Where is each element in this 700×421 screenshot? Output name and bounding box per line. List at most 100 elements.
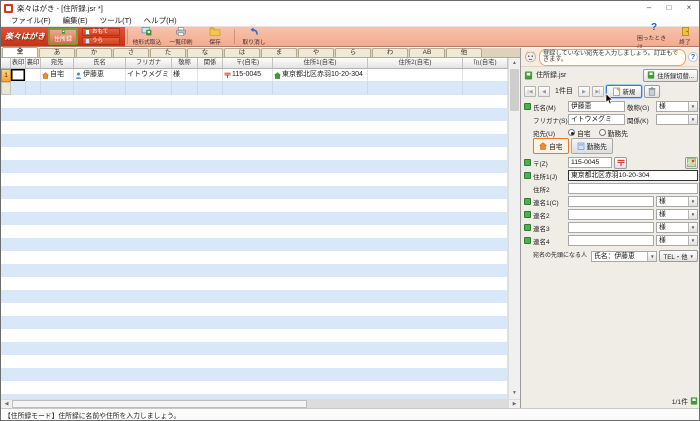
scroll-left-arrow-icon[interactable]: ◀ (1, 400, 12, 408)
col-header-relation[interactable]: 関係 (198, 58, 223, 69)
relation-select[interactable]: ▼ (656, 114, 698, 125)
vertical-scroll-thumb[interactable] (510, 69, 519, 111)
work-tab[interactable]: 勤務先 (571, 138, 613, 154)
head-person-select[interactable]: 氏名：伊藤恵 ▼ (591, 251, 657, 262)
next-record-button[interactable]: ▶ (578, 86, 590, 97)
scroll-right-arrow-icon[interactable]: ▶ (509, 400, 520, 408)
address2-cell[interactable] (368, 69, 463, 82)
joint-name3-honorific-select[interactable]: 様 ▼ (656, 222, 698, 233)
close-button[interactable]: × (679, 1, 699, 15)
maximize-button[interactable]: □ (659, 1, 679, 15)
col-header-rownum[interactable] (1, 58, 11, 69)
address1-input[interactable]: 東京都北区赤羽10-20-304 (568, 170, 698, 181)
menu-file[interactable]: ファイル(F) (5, 15, 57, 26)
hint-help-icon[interactable]: ? (688, 52, 698, 62)
print-list-button[interactable]: 一覧印刷 (164, 27, 198, 46)
zip-lookup-button[interactable] (614, 157, 627, 169)
honorific-select[interactable]: 様 ▼ (656, 101, 698, 112)
zip-cell[interactable]: 115-0045 (223, 69, 273, 82)
chevron-down-icon[interactable]: ▼ (688, 210, 697, 219)
joint-name2-honorific-select[interactable]: 様 ▼ (656, 209, 698, 220)
table-row[interactable]: 1 自宅 伊藤恵 イトウメグミ 様 (1, 69, 508, 82)
joint-name4-honorific-select[interactable]: 様 ▼ (656, 235, 698, 246)
col-header-honorific[interactable]: 敬称 (172, 58, 198, 69)
kana-tab-ka[interactable]: か (76, 48, 112, 57)
home-radio[interactable] (568, 129, 575, 136)
home-tab[interactable]: 自宅 (533, 138, 569, 154)
kana-tab-ha[interactable]: は (224, 48, 260, 57)
kana-tab-ma[interactable]: ま (261, 48, 297, 57)
undo-button[interactable]: 取り消し (237, 27, 271, 46)
map-button[interactable] (685, 157, 698, 169)
horizontal-scroll-track[interactable] (12, 400, 509, 408)
scroll-up-arrow-icon[interactable]: ▲ (509, 58, 520, 69)
joint-name2-input[interactable] (568, 209, 654, 220)
minimize-button[interactable]: – (639, 1, 659, 15)
omote-button[interactable]: おもて (82, 28, 120, 36)
chevron-down-icon[interactable]: ▼ (688, 223, 697, 232)
honorific-cell[interactable]: 様 (172, 69, 198, 82)
zip-input[interactable]: 115-0045 (568, 157, 612, 168)
name-input[interactable]: 伊藤恵 (568, 101, 625, 112)
address2-input[interactable] (568, 183, 698, 194)
address-book-mode-button[interactable]: 住所録 (48, 28, 78, 45)
switch-address-book-button[interactable]: 住所録切替... (643, 69, 698, 82)
exit-button[interactable]: 終了 (671, 27, 699, 46)
col-header-furigana[interactable]: フリガナ (126, 58, 172, 69)
front-print-cell[interactable] (11, 69, 26, 82)
save-button[interactable]: 保存 (198, 27, 232, 46)
addressee-cell[interactable]: 自宅 (41, 69, 74, 82)
col-header-name[interactable]: 氏名 (74, 58, 126, 69)
empty-table-row[interactable] (1, 82, 508, 95)
col-header-back-print[interactable]: 裏印 (26, 58, 41, 69)
kana-tab-wa[interactable]: わ (372, 48, 408, 57)
prev-record-button[interactable]: ◀ (538, 86, 550, 97)
joint-name3-input[interactable] (568, 222, 654, 233)
col-header-address1-home[interactable]: 住所1(自宅) (273, 58, 368, 69)
kana-tab-sa[interactable]: さ (113, 48, 149, 57)
chevron-down-icon[interactable]: ▼ (688, 102, 697, 111)
kana-tab-all[interactable]: 全 (2, 47, 38, 57)
chevron-down-icon[interactable]: ▼ (688, 197, 697, 206)
back-print-cell[interactable] (26, 69, 41, 82)
address1-cell[interactable]: 東京都北区赤羽10-20-304 (273, 69, 368, 82)
kana-tab-ra[interactable]: ら (335, 48, 371, 57)
col-header-front-print[interactable]: 表印 (11, 58, 26, 69)
first-record-button[interactable]: |◀ (524, 86, 536, 97)
home-radio-label[interactable]: 自宅 (577, 128, 591, 138)
tel-cell[interactable] (463, 69, 508, 82)
chevron-down-icon[interactable]: ▼ (688, 115, 697, 124)
chevron-down-icon[interactable]: ▼ (688, 236, 697, 245)
kana-tab-a[interactable]: あ (39, 48, 75, 57)
furigana-cell[interactable]: イトウメグミ (126, 69, 172, 82)
tel-etc-button[interactable]: TEL・他 ▼ (659, 250, 698, 262)
ura-button[interactable]: うら (82, 37, 120, 45)
kana-tab-other[interactable]: 他 (446, 48, 482, 57)
work-radio-label[interactable]: 勤務先 (608, 128, 628, 138)
col-header-zip-home[interactable]: 〒(自宅) (223, 58, 273, 69)
kana-tab-ya[interactable]: や (298, 48, 334, 57)
furigana-input[interactable]: イトウメグミ (568, 114, 625, 125)
name-cell[interactable]: 伊藤恵 (74, 69, 126, 82)
row-number-cell[interactable]: 1 (1, 69, 11, 82)
joint-name1-input[interactable] (568, 196, 654, 207)
col-header-tel-home[interactable]: ℡(自宅) (463, 58, 508, 69)
relation-cell[interactable] (198, 69, 223, 82)
scroll-down-arrow-icon[interactable]: ▼ (509, 388, 520, 399)
horizontal-scroll-thumb[interactable] (12, 400, 307, 408)
joint-name1-honorific-select[interactable]: 様 ▼ (656, 196, 698, 207)
import-button[interactable]: 他形式取込 (130, 27, 164, 46)
menu-help[interactable]: ヘルプ(H) (138, 15, 183, 26)
col-header-address2-home[interactable]: 住所2(自宅) (368, 58, 463, 69)
chevron-down-icon[interactable]: ▼ (647, 252, 656, 261)
kana-tab-na[interactable]: な (187, 48, 223, 57)
kana-tab-ta[interactable]: た (150, 48, 186, 57)
delete-record-button[interactable] (644, 85, 660, 98)
kana-tab-ab[interactable]: AB (409, 48, 445, 57)
vertical-scroll-track[interactable] (509, 69, 520, 388)
work-radio[interactable] (599, 129, 606, 136)
vertical-scrollbar[interactable]: ▲ ▼ (508, 58, 520, 399)
menu-edit[interactable]: 編集(E) (57, 15, 94, 26)
menu-tools[interactable]: ツール(T) (94, 15, 138, 26)
joint-name4-input[interactable] (568, 235, 654, 246)
